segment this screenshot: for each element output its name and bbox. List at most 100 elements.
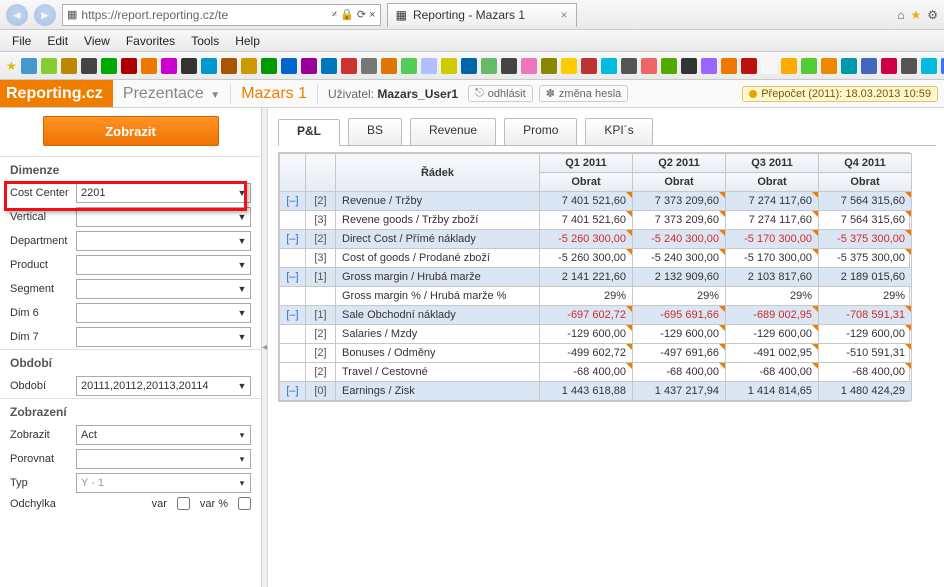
row-name[interactable]: Travel / Cestovné (336, 363, 540, 382)
bookmark-item[interactable] (621, 58, 637, 74)
bookmark-item[interactable] (381, 58, 397, 74)
value-cell[interactable]: -129 600,00 (819, 325, 912, 344)
value-cell[interactable]: -510 591,31 (819, 344, 912, 363)
note-indicator-icon[interactable] (812, 306, 818, 312)
prezentace-menu[interactable]: Prezentace ▼ (113, 85, 230, 103)
value-cell[interactable]: 29% (540, 287, 633, 306)
value-cell[interactable]: 1 443 618,88 (540, 382, 633, 401)
tab-bs[interactable]: BS (348, 118, 402, 145)
dim-select[interactable]: ▼ (76, 207, 251, 227)
value-cell[interactable]: -5 170 300,00 (726, 249, 819, 268)
note-indicator-icon[interactable] (719, 306, 725, 312)
tab-kpis[interactable]: KPI´s (585, 118, 652, 145)
menu-help[interactable]: Help (235, 34, 260, 48)
row-name[interactable]: Bonuses / Odměny (336, 344, 540, 363)
bookmark-item[interactable] (781, 58, 797, 74)
bookmark-item[interactable] (361, 58, 377, 74)
bookmark-item[interactable] (881, 58, 897, 74)
value-cell[interactable]: 7 274 117,60 (726, 211, 819, 230)
bookmark-item[interactable] (841, 58, 857, 74)
row-name[interactable]: Direct Cost / Přímé náklady (336, 230, 540, 249)
value-cell[interactable]: 7 373 209,60 (633, 192, 726, 211)
bookmark-item[interactable] (181, 58, 197, 74)
note-indicator-icon[interactable] (626, 230, 632, 236)
value-cell[interactable]: 2 189 015,60 (819, 268, 912, 287)
row-name[interactable]: Salaries / Mzdy (336, 325, 540, 344)
row-name[interactable]: Earnings / Zisk (336, 382, 540, 401)
value-cell[interactable]: -5 240 300,00 (633, 249, 726, 268)
bookmark-item[interactable] (221, 58, 237, 74)
value-cell[interactable]: 7 564 315,60 (819, 192, 912, 211)
col-name[interactable]: Řádek (336, 154, 540, 192)
address-bar[interactable]: ▦ https://report.reporting.cz/te 𝄎 🔒 ⟳ × (62, 4, 381, 26)
menu-view[interactable]: View (84, 34, 110, 48)
value-cell[interactable]: -5 240 300,00 (633, 230, 726, 249)
menu-edit[interactable]: Edit (47, 34, 68, 48)
url-controls[interactable]: 𝄎 🔒 ⟳ × (332, 8, 376, 22)
bookmark-item[interactable] (241, 58, 257, 74)
dim-select[interactable]: ▼ (76, 303, 251, 323)
dim-select[interactable]: ▼ (76, 279, 251, 299)
value-cell[interactable]: -68 400,00 (726, 363, 819, 382)
value-cell[interactable]: 1 480 424,29 (819, 382, 912, 401)
expand-toggle[interactable]: [–] (280, 192, 306, 211)
note-indicator-icon[interactable] (905, 211, 911, 217)
value-cell[interactable]: 2 141 221,60 (540, 268, 633, 287)
bookmark-item[interactable] (281, 58, 297, 74)
note-indicator-icon[interactable] (626, 249, 632, 255)
row-name[interactable]: Gross margin / Hrubá marže (336, 268, 540, 287)
value-cell[interactable]: 1 437 217,94 (633, 382, 726, 401)
expand-toggle[interactable]: [–] (280, 306, 306, 325)
note-indicator-icon[interactable] (719, 192, 725, 198)
logout-button[interactable]: ⎋odhlásit (468, 85, 533, 102)
bookmark-item[interactable] (581, 58, 597, 74)
bookmark-item[interactable] (521, 58, 537, 74)
bookmark-item[interactable] (901, 58, 917, 74)
value-cell[interactable]: 7 274 117,60 (726, 192, 819, 211)
bookmark-item[interactable] (321, 58, 337, 74)
note-indicator-icon[interactable] (719, 344, 725, 350)
note-indicator-icon[interactable] (812, 192, 818, 198)
note-indicator-icon[interactable] (905, 306, 911, 312)
note-indicator-icon[interactable] (812, 325, 818, 331)
value-cell[interactable]: 2 132 909,60 (633, 268, 726, 287)
col-subheader[interactable]: Obrat (633, 173, 726, 192)
workspace-name[interactable]: Mazars 1 (231, 85, 317, 103)
value-cell[interactable]: -129 600,00 (726, 325, 819, 344)
bookmark-item[interactable] (81, 58, 97, 74)
bookmark-item[interactable] (661, 58, 677, 74)
note-indicator-icon[interactable] (905, 192, 911, 198)
menu-favorites[interactable]: Favorites (126, 34, 175, 48)
bookmark-item[interactable] (541, 58, 557, 74)
bookmark-item[interactable] (861, 58, 877, 74)
menu-file[interactable]: File (12, 34, 31, 48)
expand-toggle[interactable]: [–] (280, 230, 306, 249)
col-header-q[interactable]: Q1 2011 (540, 154, 633, 173)
bookmark-item[interactable] (601, 58, 617, 74)
tools-icon[interactable]: ⚙ (927, 8, 938, 22)
home-icon[interactable]: ⌂ (897, 8, 904, 22)
note-indicator-icon[interactable] (719, 363, 725, 369)
bookmark-item[interactable] (41, 58, 57, 74)
note-indicator-icon[interactable] (812, 363, 818, 369)
bookmark-item[interactable] (821, 58, 837, 74)
bookmark-item[interactable] (761, 58, 777, 74)
value-cell[interactable]: -491 002,95 (726, 344, 819, 363)
note-indicator-icon[interactable] (626, 306, 632, 312)
value-cell[interactable]: -708 591,31 (819, 306, 912, 325)
value-cell[interactable]: 7 401 521,60 (540, 211, 633, 230)
bookmark-item[interactable] (21, 58, 37, 74)
value-cell[interactable]: -5 170 300,00 (726, 230, 819, 249)
bookmark-item[interactable] (741, 58, 757, 74)
note-indicator-icon[interactable] (812, 230, 818, 236)
tab-revenue[interactable]: Revenue (410, 118, 496, 145)
value-cell[interactable]: 7 373 209,60 (633, 211, 726, 230)
note-indicator-icon[interactable] (626, 363, 632, 369)
bookmark-item[interactable] (701, 58, 717, 74)
value-cell[interactable]: -129 600,00 (540, 325, 633, 344)
note-indicator-icon[interactable] (719, 230, 725, 236)
value-cell[interactable]: -5 375 300,00 (819, 249, 912, 268)
bookmark-item[interactable] (921, 58, 937, 74)
note-indicator-icon[interactable] (812, 344, 818, 350)
tab-pl[interactable]: P&L (278, 119, 340, 146)
